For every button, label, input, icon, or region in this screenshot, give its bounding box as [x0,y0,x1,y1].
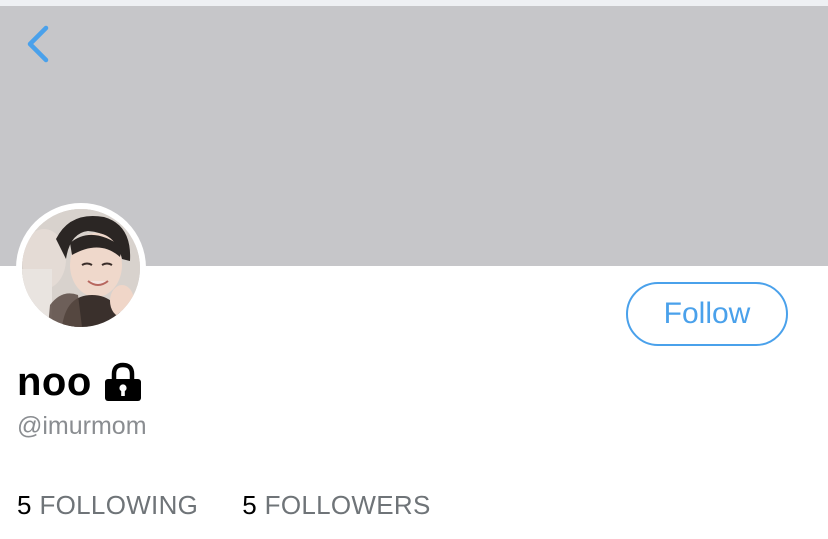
followers-label: FOLLOWERS [264,490,431,520]
lock-icon [102,361,144,403]
user-handle: @imurmom [17,412,147,440]
chevron-left-icon [27,25,49,63]
following-stat[interactable]: 5 FOLLOWING [17,490,198,521]
profile-stats: 5 FOLLOWING 5 FOLLOWERS [17,490,431,521]
following-label: FOLLOWING [39,490,199,520]
avatar-image [22,209,140,327]
display-name-row: noo [17,358,144,406]
display-name: noo [17,359,92,404]
avatar[interactable] [16,203,146,333]
following-count: 5 [17,490,32,520]
back-button[interactable] [20,22,60,66]
followers-count: 5 [242,490,257,520]
followers-stat[interactable]: 5 FOLLOWERS [242,490,430,521]
follow-button[interactable]: Follow [626,282,788,346]
